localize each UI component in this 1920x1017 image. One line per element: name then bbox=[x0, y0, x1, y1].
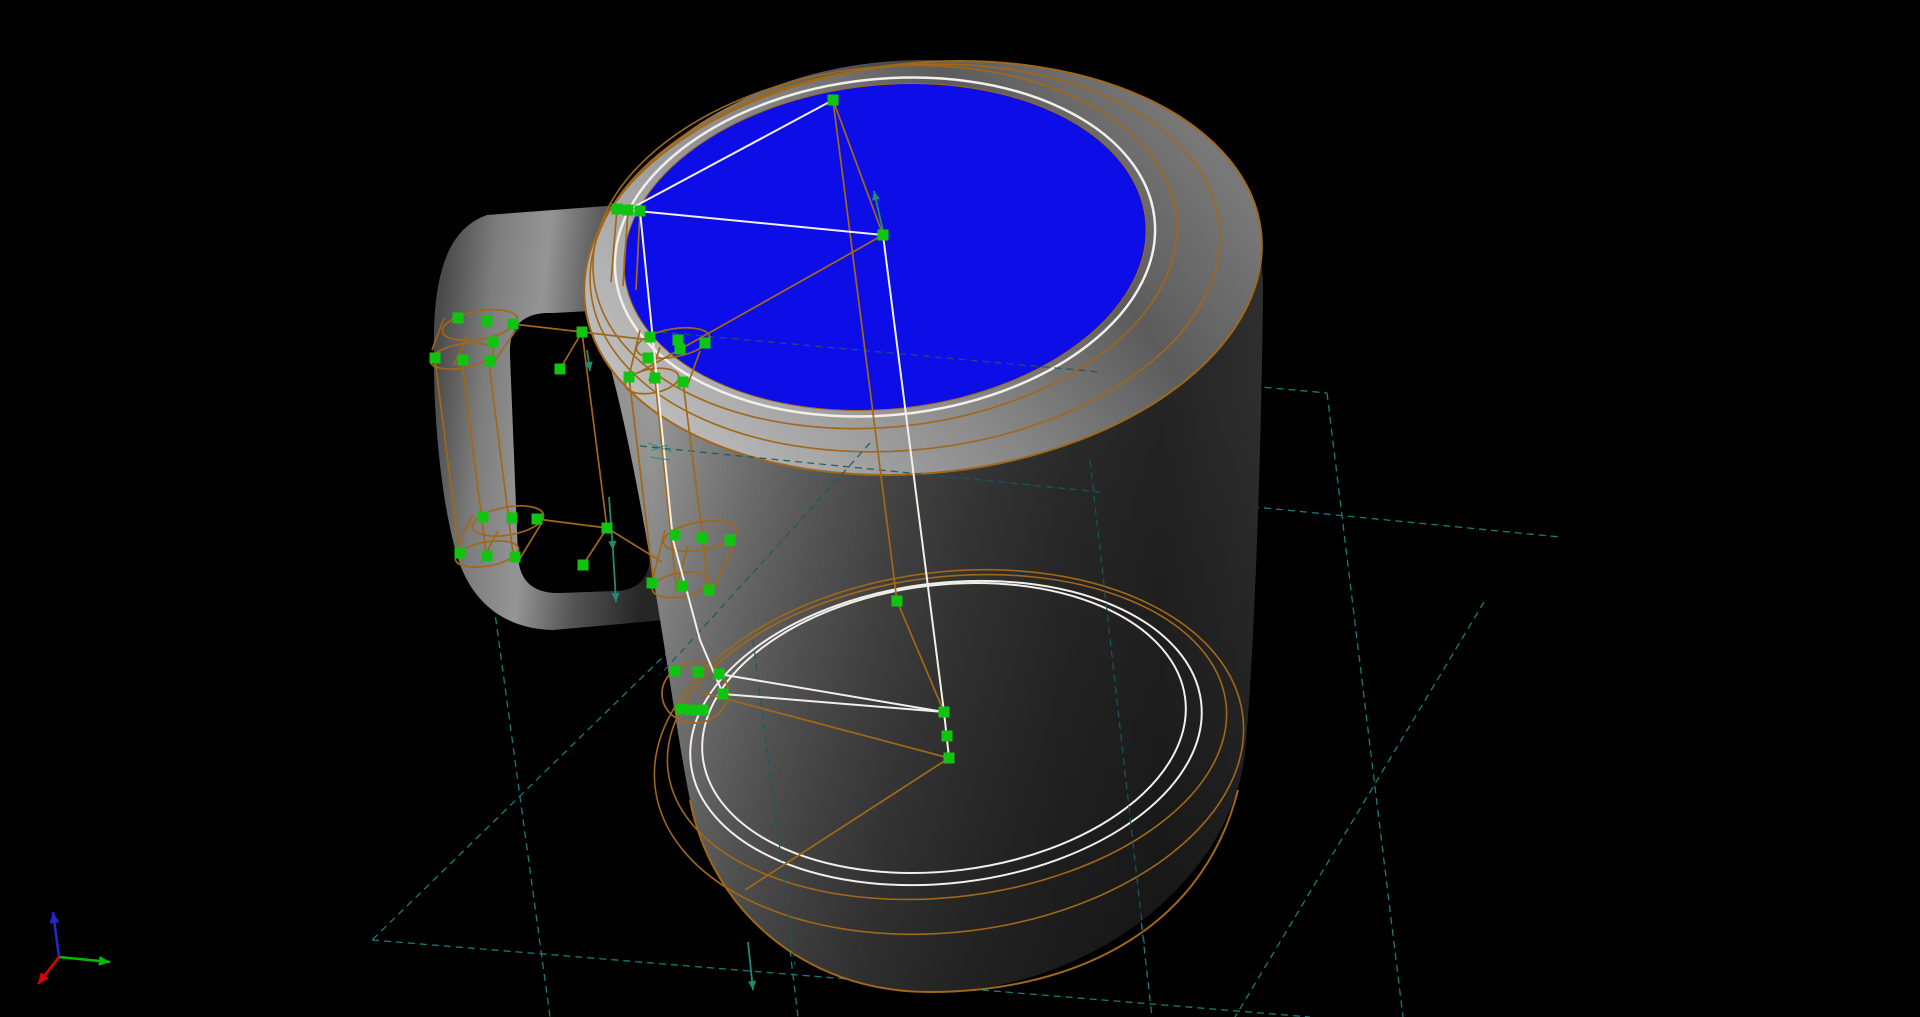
sketch-vertex[interactable] bbox=[455, 548, 466, 559]
sketch-vertex[interactable] bbox=[828, 95, 839, 106]
sketch-vertex[interactable] bbox=[878, 230, 889, 241]
sketch-vertex[interactable] bbox=[697, 533, 708, 544]
sketch-vertex[interactable] bbox=[645, 332, 656, 343]
sketch-vertex[interactable] bbox=[647, 578, 658, 589]
sketch-vertex[interactable] bbox=[602, 523, 613, 534]
sketch-vertex[interactable] bbox=[670, 530, 681, 541]
sketch-vertex[interactable] bbox=[939, 707, 950, 718]
sketch-vertex[interactable] bbox=[482, 551, 493, 562]
sketch-vertex[interactable] bbox=[453, 313, 464, 324]
sketch-vertex[interactable] bbox=[458, 355, 469, 366]
sketch-vertex[interactable] bbox=[577, 327, 588, 338]
sketch-vertex[interactable] bbox=[698, 705, 709, 716]
sketch-vertex[interactable] bbox=[675, 344, 686, 355]
scene-canvas[interactable] bbox=[0, 0, 1920, 1017]
sketch-vertex[interactable] bbox=[704, 585, 715, 596]
sketch-vertex[interactable] bbox=[670, 666, 681, 677]
viewport-3d[interactable] bbox=[0, 0, 1920, 1017]
sketch-vertex[interactable] bbox=[944, 753, 955, 764]
sketch-vertex[interactable] bbox=[942, 731, 953, 742]
sketch-vertex[interactable] bbox=[488, 337, 499, 348]
sketch-vertex[interactable] bbox=[678, 377, 689, 388]
sketch-vertex[interactable] bbox=[700, 338, 711, 349]
sketch-vertex[interactable] bbox=[478, 512, 489, 523]
sketch-vertex[interactable] bbox=[677, 581, 688, 592]
sketch-vertex[interactable] bbox=[532, 514, 543, 525]
sketch-vertex[interactable] bbox=[676, 704, 687, 715]
sketch-vertex[interactable] bbox=[892, 596, 903, 607]
sketch-vertex[interactable] bbox=[718, 689, 729, 700]
sketch-vertex[interactable] bbox=[687, 705, 698, 716]
sketch-vertex[interactable] bbox=[510, 552, 521, 563]
sketch-vertex[interactable] bbox=[693, 667, 704, 678]
sketch-vertex[interactable] bbox=[624, 372, 635, 383]
sketch-vertex[interactable] bbox=[430, 353, 441, 364]
sketch-vertex[interactable] bbox=[507, 513, 518, 524]
sketch-vertex[interactable] bbox=[508, 319, 519, 330]
sketch-vertex[interactable] bbox=[643, 353, 654, 364]
sketch-vertex[interactable] bbox=[612, 204, 623, 215]
sketch-vertex[interactable] bbox=[578, 560, 589, 571]
sketch-vertex[interactable] bbox=[482, 316, 493, 327]
sketch-vertex[interactable] bbox=[635, 206, 646, 217]
sketch-vertex[interactable] bbox=[650, 373, 661, 384]
sketch-vertex[interactable] bbox=[725, 535, 736, 546]
sketch-vertex[interactable] bbox=[485, 356, 496, 367]
sketch-vertex[interactable] bbox=[555, 364, 566, 375]
sketch-vertex[interactable] bbox=[623, 205, 634, 216]
sketch-vertex[interactable] bbox=[714, 669, 725, 680]
